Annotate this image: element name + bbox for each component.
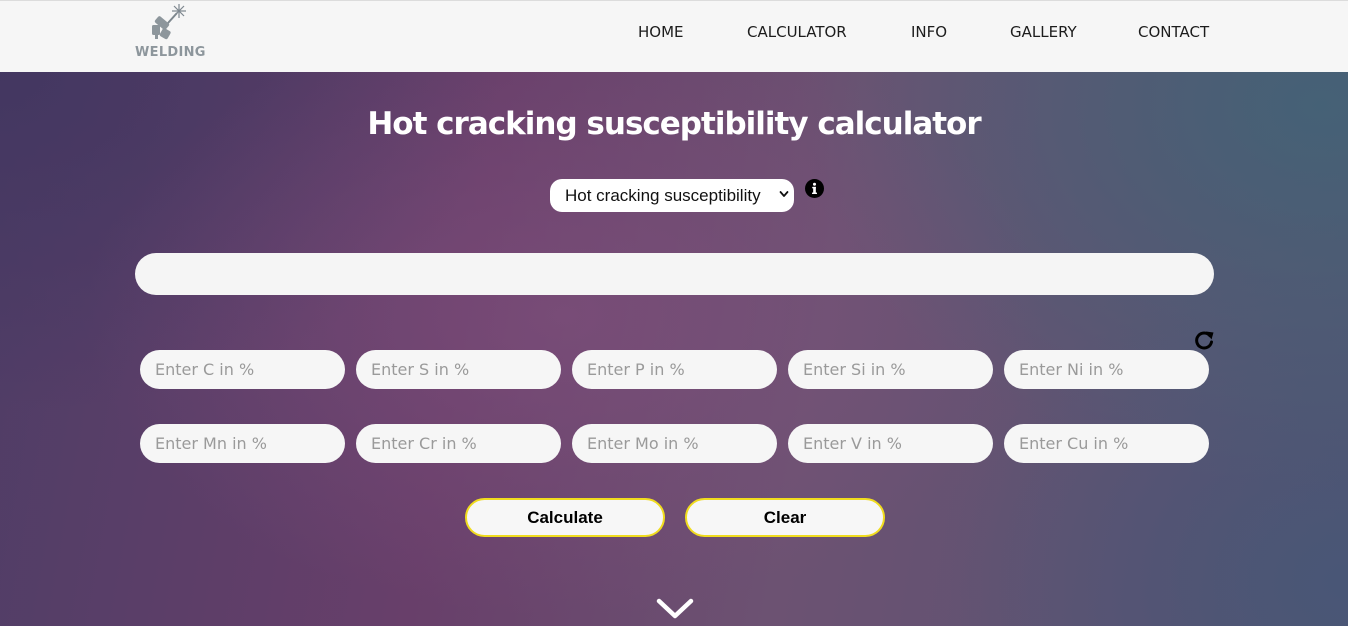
result-display <box>135 253 1214 295</box>
nav-contact[interactable]: CONTACT <box>1138 23 1209 41</box>
phosphorus-input[interactable] <box>572 350 777 389</box>
nickel-input[interactable] <box>1004 350 1209 389</box>
nav-home[interactable]: HOME <box>638 23 684 41</box>
calculate-button[interactable]: Calculate <box>465 498 665 537</box>
info-icon[interactable] <box>805 179 824 198</box>
manganese-input[interactable] <box>140 424 345 463</box>
refresh-icon[interactable] <box>1193 329 1215 351</box>
logo[interactable]: WELDING <box>130 3 206 67</box>
calculator-section <box>0 72 1348 626</box>
carbon-input[interactable] <box>140 350 345 389</box>
calculator-mode-select[interactable]: Hot cracking susceptibility <box>550 179 794 212</box>
chromium-input[interactable] <box>356 424 561 463</box>
welding-torch-icon <box>152 4 186 40</box>
site-header: WELDING HOME CALCULATOR INFO GALLERY CON… <box>0 0 1348 72</box>
nav-calculator[interactable]: CALCULATOR <box>747 23 847 41</box>
sulfur-input[interactable] <box>356 350 561 389</box>
clear-button[interactable]: Clear <box>685 498 885 537</box>
vanadium-input[interactable] <box>788 424 993 463</box>
mode-select-value: Hot cracking susceptibility <box>565 186 761 205</box>
molybdenum-input[interactable] <box>572 424 777 463</box>
scroll-down-chevron-icon[interactable] <box>655 596 695 622</box>
nav-info[interactable]: INFO <box>911 23 947 41</box>
copper-input[interactable] <box>1004 424 1209 463</box>
silicon-input[interactable] <box>788 350 993 389</box>
chevron-down-icon <box>779 191 789 197</box>
nav-gallery[interactable]: GALLERY <box>1010 23 1077 41</box>
page-title: Hot cracking susceptibility calculator <box>367 106 981 142</box>
logo-text: WELDING <box>135 45 206 60</box>
